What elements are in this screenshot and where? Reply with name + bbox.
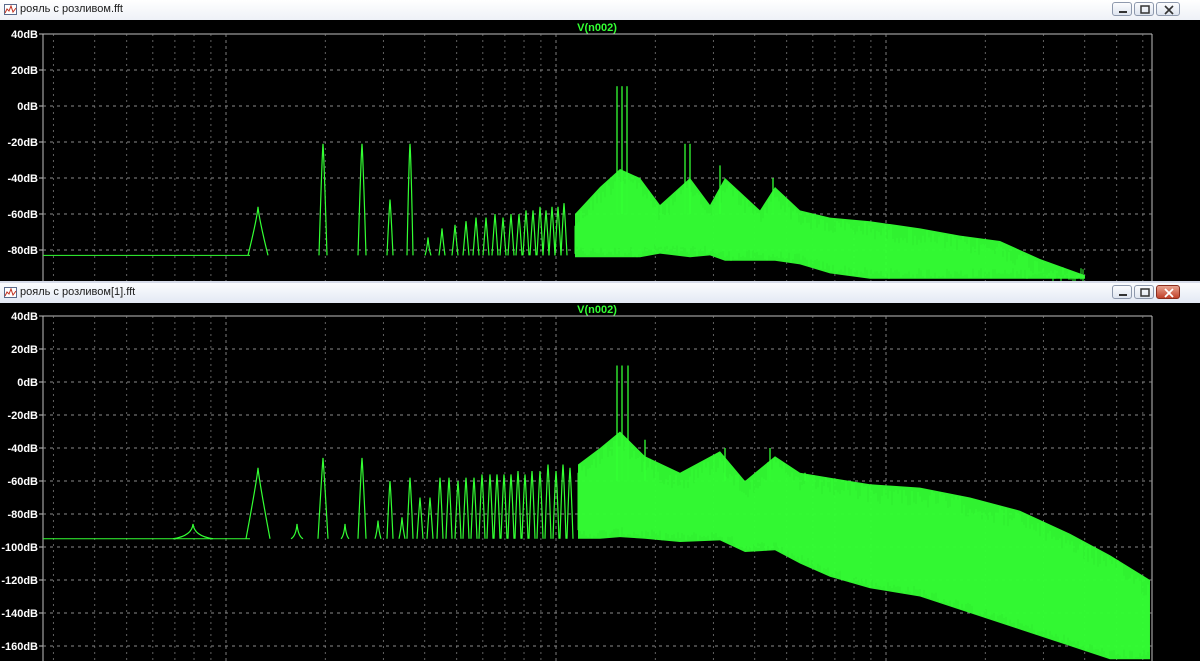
harmonic-peak [424, 237, 432, 256]
y-tick-label: 0dB [17, 377, 38, 389]
harmonic-peak [406, 477, 414, 539]
title-bar[interactable]: рояль с розливом[1].fft [0, 283, 1200, 304]
harmonic-peak [544, 464, 552, 539]
harmonic-peak [566, 467, 574, 539]
fft-window-1[interactable]: рояль с розливом.fft 40dB 20dB 0dB -20dB -40… [0, 0, 1200, 281]
app-icon [4, 4, 17, 15]
harmonic-peak [499, 217, 507, 256]
minimize-icon [1119, 294, 1127, 296]
plot-pane[interactable]: 40dB 20dB 0dB -20dB -40dB -60dB -80dB -100dB -12… [0, 303, 1200, 661]
trace-label: V(n002) [577, 22, 617, 34]
harmonic-peak [478, 474, 486, 539]
window-title: рояль с розливом[1].fft [20, 286, 136, 298]
y-tick-label: -100dB [1, 542, 38, 554]
harmonic-peak [472, 217, 480, 256]
harmonic-peak [317, 457, 329, 539]
window-title: рояль с розливом.fft [20, 3, 123, 15]
harmonic-peak [559, 464, 567, 539]
harmonic-peak [340, 523, 350, 540]
y-tick-label: 20dB [11, 344, 38, 356]
harmonic-peak [247, 206, 269, 256]
minimize-button[interactable] [1112, 285, 1132, 299]
y-tick-label: -160dB [1, 641, 38, 653]
harmonic-peak [172, 523, 214, 540]
fft-window-2[interactable]: рояль с розливом[1].fft 40dB 20dB 0dB -20dB… [0, 283, 1200, 661]
app-icon [4, 287, 17, 298]
harmonic-peak [507, 474, 515, 539]
title-bar[interactable]: рояль с розливом.fft [0, 0, 1200, 21]
y-tick-label: 40dB [11, 29, 38, 41]
y-tick-label: 20dB [11, 65, 38, 77]
trace-label: V(n002) [577, 304, 617, 316]
maximize-icon [1140, 288, 1150, 297]
close-button[interactable] [1156, 2, 1180, 16]
harmonic-peak [290, 523, 304, 540]
y-tick-label: 40dB [11, 311, 38, 323]
harmonic-peak [426, 497, 434, 539]
close-button[interactable] [1156, 285, 1180, 299]
harmonic-peak [451, 224, 459, 256]
y-tick-label: -40dB [7, 173, 38, 185]
harmonic-peak [386, 480, 394, 539]
harmonic-peak [462, 477, 470, 539]
harmonic-peak [454, 480, 462, 539]
y-tick-label: -20dB [7, 410, 38, 422]
y-tick-label: -120dB [1, 575, 38, 587]
y-tick-label: -60dB [7, 209, 38, 221]
harmonic-peak [470, 477, 478, 539]
harmonic-peak [493, 474, 501, 539]
y-tick-label: -40dB [7, 443, 38, 455]
harmonic-peak [491, 213, 499, 256]
close-icon [1164, 288, 1174, 298]
harmonic-peak [486, 474, 494, 539]
harmonic-peak [529, 210, 537, 256]
harmonic-peak [357, 143, 367, 256]
harmonic-peak [542, 210, 550, 256]
minimize-icon [1119, 11, 1127, 13]
harmonic-peak [386, 199, 394, 256]
maximize-button[interactable] [1134, 2, 1154, 16]
y-tick-label: -60dB [7, 476, 38, 488]
fft-chart[interactable]: 40dB 20dB 0dB -20dB -40dB -60dB -80dB -100dB -12… [0, 303, 1200, 661]
harmonic-peak [522, 210, 530, 256]
close-icon [1164, 5, 1174, 15]
harmonic-peak [445, 477, 453, 539]
minimize-button[interactable] [1112, 2, 1132, 16]
y-tick-label: -140dB [1, 608, 38, 620]
y-tick-label: -80dB [7, 245, 38, 257]
harmonic-peak [507, 213, 515, 256]
harmonic-peak [436, 477, 444, 539]
harmonic-peak [416, 497, 424, 539]
y-tick-label: -80dB [7, 509, 38, 521]
harmonic-peak [560, 203, 568, 256]
y-tick-label: -20dB [7, 137, 38, 149]
harmonic-peak [245, 467, 271, 539]
harmonic-peak [521, 474, 529, 539]
plot-pane[interactable]: 40dB 20dB 0dB -20dB -40dB -60dB -80dB V(n002) [0, 20, 1200, 281]
harmonic-peak [374, 520, 382, 539]
trace-v-n002 [43, 365, 1150, 660]
harmonic-peak [500, 474, 508, 539]
trace-v-n002 [43, 86, 1085, 281]
harmonic-peak [438, 228, 446, 256]
maximize-button[interactable] [1134, 285, 1154, 299]
fft-chart[interactable]: 40dB 20dB 0dB -20dB -40dB -60dB -80dB V(n002) [0, 20, 1200, 281]
maximize-icon [1140, 5, 1150, 14]
harmonic-peak [406, 143, 414, 256]
harmonic-peak [515, 213, 523, 256]
harmonic-peak [357, 457, 367, 539]
y-tick-label: 0dB [17, 101, 38, 113]
harmonic-peak [398, 517, 406, 539]
